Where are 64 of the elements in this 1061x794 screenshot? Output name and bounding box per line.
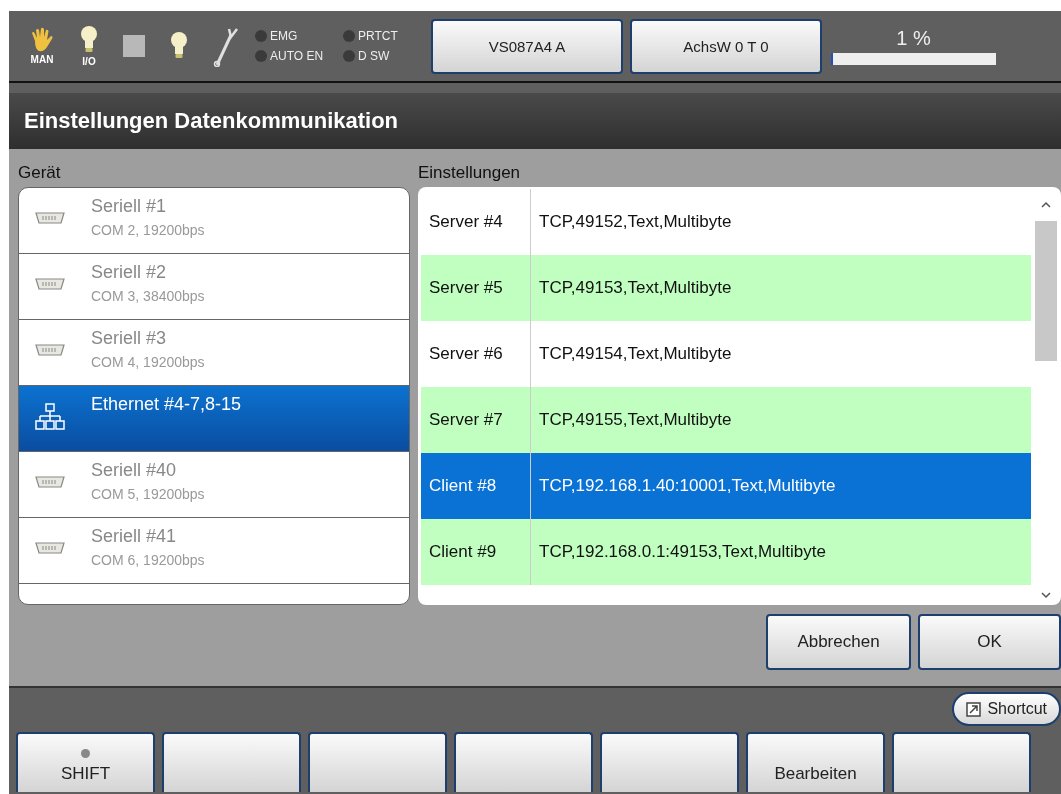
indicator-label: AUTO EN: [270, 49, 324, 63]
device-list-item[interactable]: Ethernet #4-7,8-15: [19, 386, 409, 452]
serial-port-icon: [35, 278, 65, 290]
device-list-item[interactable]: Seriell #40 COM 5, 19200bps: [19, 452, 409, 518]
device-detail: COM 3, 38400bps: [91, 288, 205, 304]
hand-icon: [29, 27, 55, 53]
function-key[interactable]: [162, 732, 301, 792]
serial-port-icon: [35, 476, 65, 488]
mode-label: I/O: [82, 56, 96, 67]
table-cell-text: TCP,49154,Text,Multibyte: [538, 344, 732, 364]
table-cell-text: TCP,192.168.1.40:10001,Text,Multibyte: [538, 476, 836, 496]
dialog-button[interactable]: OK: [918, 614, 1061, 670]
status-button[interactable]: AchsW 0 T 0: [630, 18, 822, 74]
table-cell: Client #9: [421, 519, 531, 585]
mode-label: MAN: [30, 54, 54, 65]
device-detail: COM 5, 19200bps: [91, 486, 205, 502]
window-title: Einstellungen Datenkommunikation: [24, 108, 399, 134]
serial-port-icon: [35, 344, 65, 356]
serial-port-icon: [35, 542, 65, 554]
indicator-label: D SW: [358, 49, 390, 63]
function-key[interactable]: [454, 732, 593, 792]
table-cell-text: TCP,49152,Text,Multibyte: [538, 212, 732, 232]
table-row[interactable]: Client #9 TCP,192.168.0.1:49153,Text,Multibyte: [421, 519, 1031, 585]
device-name: Seriell #2: [91, 262, 168, 283]
device-name: Ethernet #4-7,8-15: [91, 394, 242, 415]
device-name: Seriell #3: [91, 328, 168, 349]
table-cell: Server #5: [421, 255, 531, 321]
network-icon: [35, 402, 65, 432]
indicator-label: PRTCT: [358, 29, 398, 43]
device-list-item[interactable]: Seriell #1 COM 2, 19200bps: [19, 188, 409, 254]
progress-reading: 1 %: [896, 27, 931, 50]
table-cell-text: TCP,49153,Text,Multibyte: [538, 278, 732, 298]
device-name: Seriell #40: [91, 460, 178, 481]
function-key[interactable]: Bearbeiten: [746, 732, 885, 792]
table-heading: Einstellungen: [418, 163, 522, 183]
device-name: Seriell #41: [91, 526, 178, 547]
function-key[interactable]: [892, 732, 1031, 792]
serial-port-icon: [35, 212, 65, 224]
shortcut-button[interactable]: Shortcut: [952, 692, 1061, 726]
function-key[interactable]: [600, 732, 739, 792]
device-name: Seriell #1: [91, 196, 168, 217]
list-heading: Gerät: [18, 163, 62, 183]
square-icon: [123, 35, 145, 57]
function-key[interactable]: SHIFT: [16, 732, 155, 792]
scroll-down-icon[interactable]: [1040, 591, 1052, 599]
dialog-button[interactable]: Abbrechen: [766, 614, 911, 670]
indicator-label: EMG: [270, 29, 298, 43]
table-cell-text: TCP,49155,Text,Multibyte: [538, 410, 732, 430]
table-row[interactable]: Server #5 TCP,49153,Text,Multibyte: [421, 255, 1031, 321]
table-row[interactable]: Client #8 TCP,192.168.1.40:10001,Text,Multibyte: [421, 453, 1031, 519]
light-bulb-icon: [169, 31, 189, 61]
device-detail: COM 6, 19200bps: [91, 552, 205, 568]
shortcut-icon: [966, 701, 982, 717]
device-detail: COM 2, 19200bps: [91, 222, 205, 238]
light-bulb-icon: [79, 25, 99, 55]
device-detail: COM 4, 19200bps: [91, 354, 205, 370]
device-list-item[interactable]: Seriell #2 COM 3, 38400bps: [19, 254, 409, 320]
table-row[interactable]: Server #7 TCP,49155,Text,Multibyte: [421, 387, 1031, 453]
device-list-item[interactable]: Seriell #41 COM 6, 19200bps: [19, 518, 409, 584]
scrollbar-thumb[interactable]: [1035, 221, 1057, 361]
status-button[interactable]: VS087A4 A: [431, 18, 623, 74]
function-key[interactable]: [308, 732, 447, 792]
table-cell-text: TCP,192.168.0.1:49153,Text,Multibyte: [538, 542, 826, 562]
scroll-up-icon[interactable]: [1040, 201, 1052, 209]
